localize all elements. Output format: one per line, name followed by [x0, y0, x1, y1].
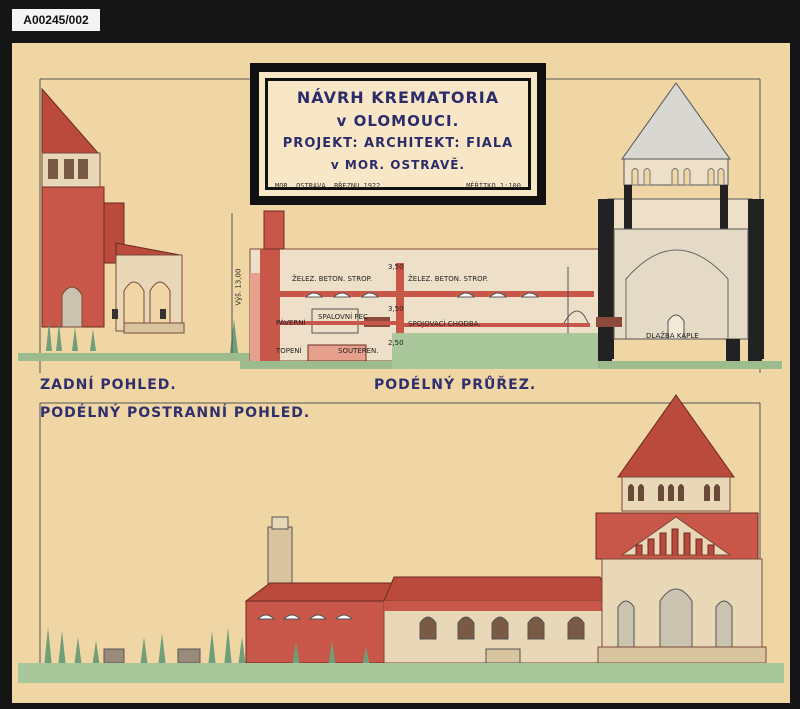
scale: MĚŘÍTKO 1:100 — [466, 182, 521, 190]
section-ground-lawn — [392, 333, 598, 369]
title-line-1: NÁVRH KREMATORIA — [296, 88, 500, 107]
ceiling-label-left: ŽELEZ. BETON. STROP. — [292, 275, 372, 283]
side-elevation — [44, 394, 767, 667]
catalog-id-label: A00245/002 — [12, 9, 100, 31]
height-dimension: Výš. 13,00 — [234, 268, 243, 306]
rear-view-ground — [18, 353, 268, 361]
dimension-2: 3,50 — [388, 305, 404, 313]
corridor-label: SPOJOVACÍ CHODBA. — [408, 320, 481, 328]
title-cartouche: NÁVRH KREMATORIA v OLOMOUCI. PROJEKT: AR… — [250, 63, 546, 205]
dimension-3: 2,50 — [388, 339, 404, 347]
chapel-section — [596, 82, 764, 361]
rear-view-title: ZADNÍ POHLED. — [40, 377, 177, 393]
side-view-title: PODÉLNÝ POSTRANNÍ POHLED. — [40, 405, 311, 421]
title-line-3: PROJEKT: ARCHITEKT: FIALA — [282, 136, 514, 151]
ceiling-label-right: ŽELEZ. BETON. STROP. — [408, 275, 488, 283]
chapel-ground — [598, 361, 782, 369]
floor-label: SOUTEREN. — [338, 347, 379, 355]
rear-view-elevation — [41, 87, 238, 353]
section-title: PODÉLNÝ PRŮŘEZ. — [374, 377, 537, 393]
place-date: MOR. OSTRAVA, BŘEZNU 1922 — [275, 182, 381, 190]
title-line-4: v MOR. OSTRAVĚ. — [330, 158, 466, 172]
heating-label: TOPENÍ — [276, 347, 302, 355]
dimension-1: 3,50 — [388, 263, 404, 271]
title-line-2: v OLOMOUCI. — [336, 112, 460, 130]
furnace-label: PÁVERNÍ — [276, 319, 306, 327]
side-elevation-ground — [18, 663, 784, 683]
drawing-sheet: NÁVRH KREMATORIA v OLOMOUCI. PROJEKT: AR… — [12, 43, 790, 703]
cremation-label: SPALOVNÍ PEC — [318, 313, 368, 321]
chapel-floor-label: DLAŽBA KAPLE — [646, 332, 699, 340]
